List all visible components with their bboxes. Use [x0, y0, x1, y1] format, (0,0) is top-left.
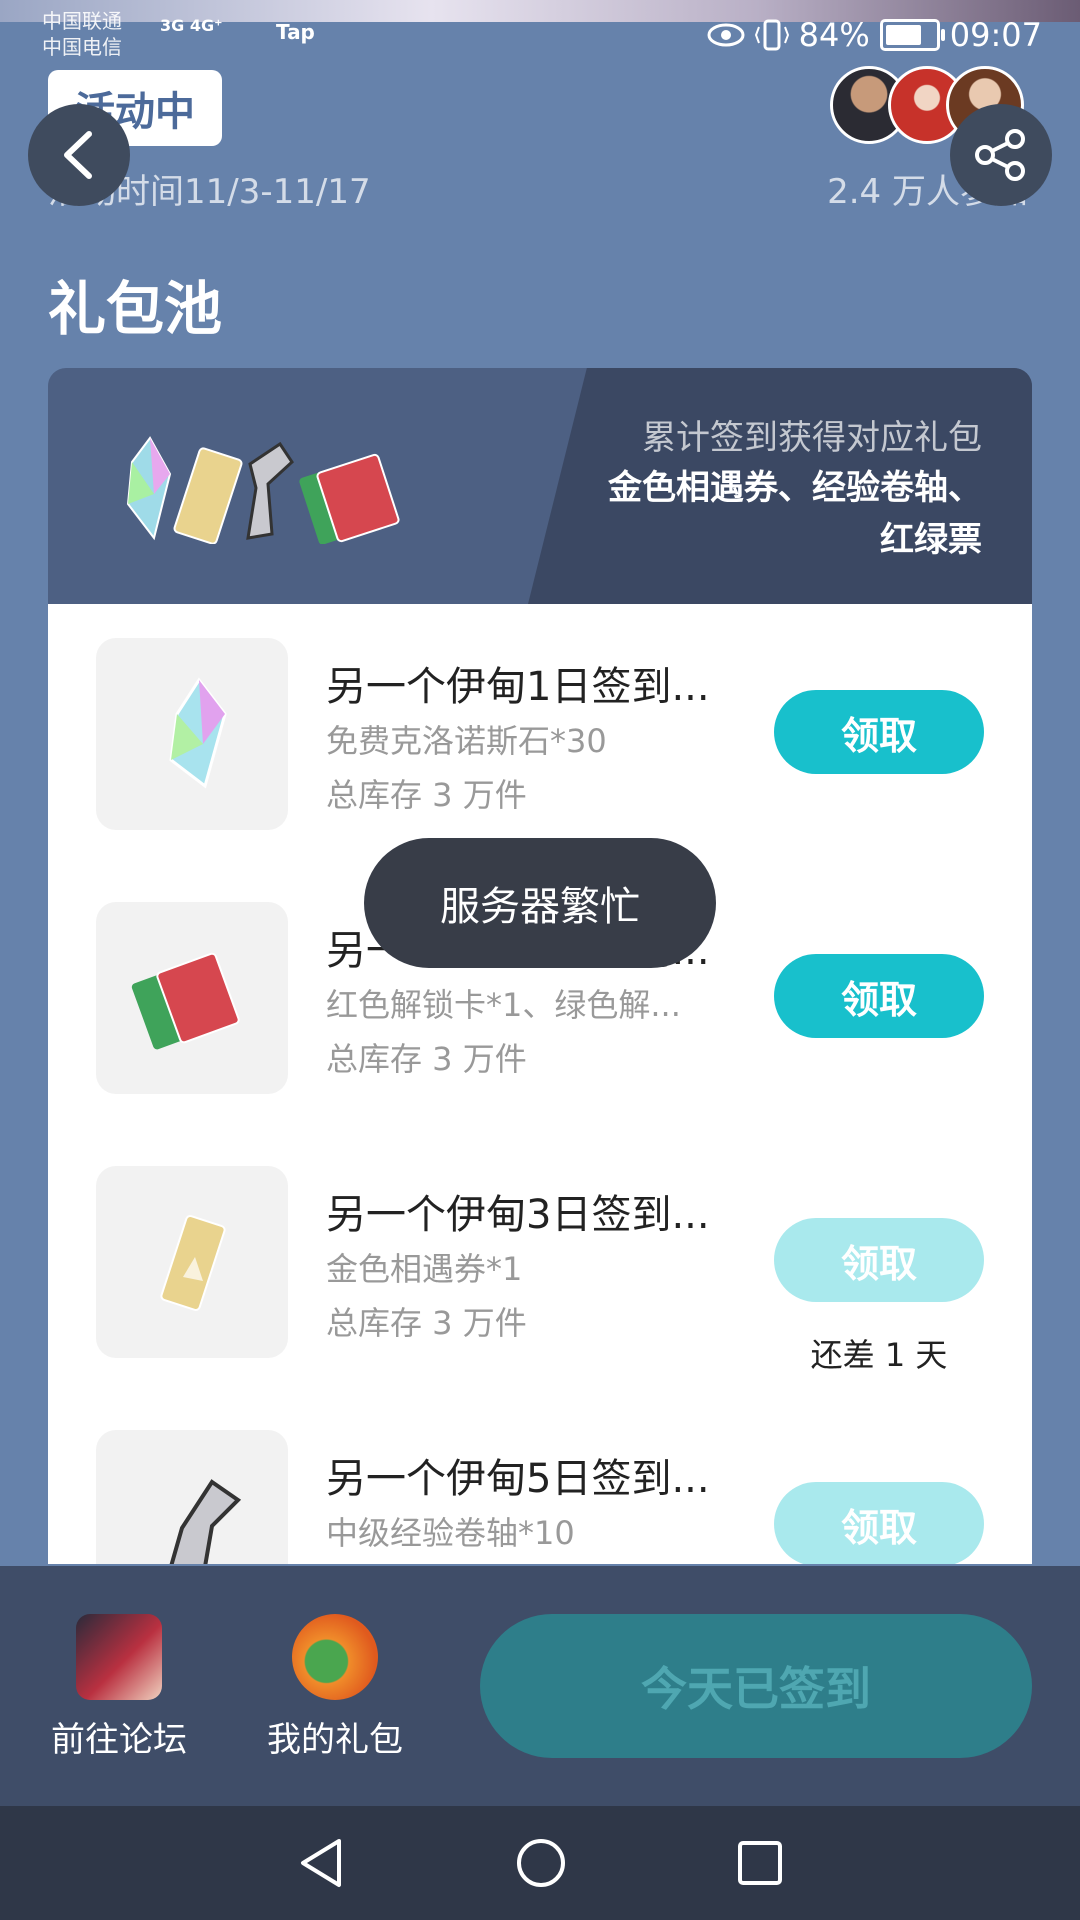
gift-title: 另一个伊甸5日签到...: [326, 1456, 710, 1502]
claim-button[interactable]: 领取: [774, 954, 984, 1038]
forum-link[interactable]: 前往论坛: [34, 1614, 204, 1761]
ticket-icon: [96, 1166, 288, 1358]
gift-stock: 总库存 3 万件: [326, 1304, 527, 1342]
recents-square-icon[interactable]: [737, 1840, 783, 1886]
gift-stock: 总库存 3 万件: [326, 776, 527, 814]
tap-label: Tap: [276, 20, 315, 44]
share-button[interactable]: [950, 104, 1052, 206]
header-items-line1: 金色相遇券、经验卷轴、: [608, 468, 982, 508]
battery-level: [885, 25, 922, 45]
carrier-1: 中国联通: [42, 9, 122, 33]
claim-button-disabled[interactable]: 领取: [774, 1482, 984, 1564]
days-remaining: 还差 1 天: [810, 1336, 948, 1374]
carrier-2: 中国电信: [42, 35, 122, 59]
chevron-left-icon: [64, 131, 92, 179]
bottom-action-bar: 前往论坛 我的礼包 今天已签到: [0, 1566, 1080, 1806]
battery-percent: 84%: [798, 16, 870, 54]
list-item: 另一个伊甸5日签到... 中级经验卷轴*10 领取: [48, 1396, 1032, 1564]
gift-desc: 红色解锁卡*1、绿色解...: [326, 986, 681, 1024]
status-bar: 中国联通 中国电信 3G 4G⁺ Tap 84% 09:07: [0, 0, 1080, 70]
status-right: 84% 09:07: [707, 16, 1042, 54]
back-button[interactable]: [28, 104, 130, 206]
gift-stock: 总库存 3 万件: [326, 1040, 527, 1078]
eye-icon: [707, 23, 745, 47]
signal-icon: 3G 4G⁺: [160, 16, 223, 35]
clock: 09:07: [949, 16, 1042, 54]
scroll-icon: [96, 1430, 288, 1564]
back-triangle-icon[interactable]: [297, 1837, 345, 1889]
my-gifts-label: 我的礼包: [267, 1720, 403, 1760]
checkin-button[interactable]: 今天已签到: [480, 1614, 1032, 1758]
battery-icon: [879, 19, 945, 51]
gift-desc: 金色相遇券*1: [326, 1250, 523, 1288]
my-gifts-icon: [292, 1614, 378, 1700]
gift-desc: 免费克洛诺斯石*30: [326, 722, 607, 760]
list-item: 另一个伊甸3日签到... 金色相遇券*1 总库存 3 万件 领取 还差 1 天: [48, 1132, 1032, 1374]
carrier-labels: 中国联通 中国电信: [42, 8, 122, 60]
gift-title: 另一个伊甸3日签到...: [326, 1192, 710, 1238]
header-subtitle: 累计签到获得对应礼包: [642, 418, 982, 458]
share-icon: [975, 129, 1025, 181]
claim-button-disabled[interactable]: 领取: [774, 1218, 984, 1302]
toast-message: 服务器繁忙: [364, 838, 716, 968]
section-title: 礼包池: [48, 275, 223, 343]
header-items-line2: 红绿票: [880, 520, 982, 560]
gift-title: 另一个伊甸1日签到...: [326, 664, 710, 710]
vibrate-icon: [754, 19, 789, 51]
crystal-icon: [96, 638, 288, 830]
reward-items-icon: [126, 436, 400, 544]
home-circle-icon[interactable]: [515, 1837, 567, 1889]
cards-icon: [96, 902, 288, 1094]
claim-button[interactable]: 领取: [774, 690, 984, 774]
forum-label: 前往论坛: [51, 1720, 187, 1760]
forum-game-icon: [76, 1614, 162, 1700]
gift-pool-header: 累计签到获得对应礼包 金色相遇券、经验卷轴、 红绿票: [48, 368, 1032, 604]
gift-list: 另一个伊甸1日签到... 免费克洛诺斯石*30 总库存 3 万件 领取 另一个伊…: [48, 604, 1032, 1564]
my-gifts-link[interactable]: 我的礼包: [250, 1614, 420, 1761]
system-nav-bar: [0, 1806, 1080, 1920]
network-label: 3G 4G⁺: [160, 16, 223, 35]
gift-desc: 中级经验卷轴*10: [326, 1514, 575, 1552]
list-item: 另一个伊甸1日签到... 免费克洛诺斯石*30 总库存 3 万件 领取: [48, 604, 1032, 830]
header-reward-list: 金色相遇券、经验卷轴、 红绿票: [562, 462, 982, 566]
